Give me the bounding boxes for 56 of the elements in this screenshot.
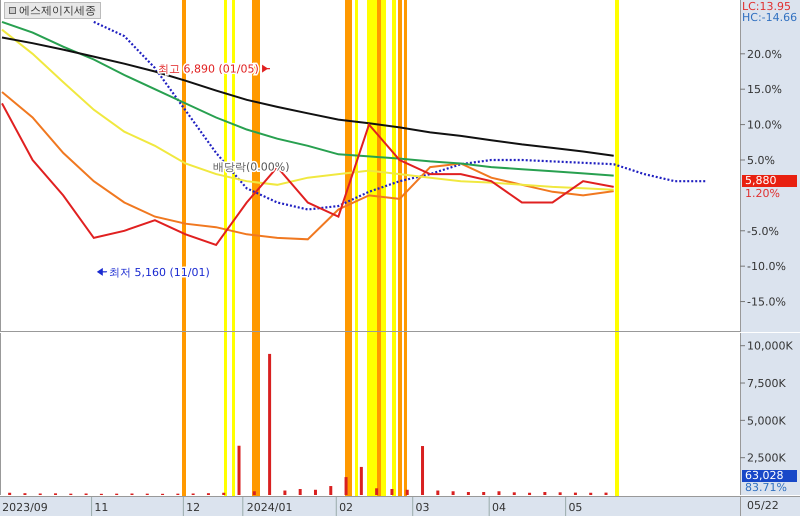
volume-bar bbox=[482, 492, 486, 495]
volume-bar bbox=[252, 491, 256, 495]
volume-bar bbox=[329, 486, 332, 495]
ratio-label: 83.71% bbox=[745, 482, 787, 494]
axis-label: -10.0% bbox=[747, 260, 786, 274]
volume-bar bbox=[298, 489, 302, 495]
end-date: 05/22 bbox=[747, 499, 779, 512]
volume-bar bbox=[8, 492, 12, 495]
volume-bar bbox=[222, 492, 226, 495]
price-tag: 5,880 bbox=[742, 174, 797, 187]
axis-label: 02 bbox=[339, 501, 354, 514]
volume-bar bbox=[452, 491, 455, 495]
axis-label: 2024/01 bbox=[246, 501, 292, 514]
axis-label: 7,500K bbox=[747, 377, 786, 390]
volume-bar bbox=[436, 490, 440, 495]
axis-label: 10,000K bbox=[747, 340, 793, 353]
volume-tag: 63,028 bbox=[742, 470, 797, 482]
volume-bar bbox=[406, 490, 409, 495]
volume-bar bbox=[314, 490, 317, 495]
lc-value: LC:13.95 bbox=[742, 0, 792, 13]
volume-bar bbox=[512, 492, 516, 495]
volume-bar bbox=[604, 492, 608, 495]
volume-bar bbox=[238, 446, 241, 495]
square-icon bbox=[9, 7, 16, 14]
axis-label: -5.0% bbox=[747, 224, 779, 238]
axis-label: 04 bbox=[492, 501, 506, 514]
volume-bar bbox=[574, 492, 577, 495]
volume-bar bbox=[360, 466, 363, 495]
hc-value: HC:-14.66 bbox=[742, 11, 798, 24]
change-label: 1.20% bbox=[745, 188, 780, 200]
volume-bar bbox=[589, 492, 592, 495]
axis-label: 2,500K bbox=[747, 452, 786, 465]
volume-bar bbox=[421, 446, 424, 495]
axis-label: 5,000K bbox=[747, 414, 786, 428]
arrow-icon bbox=[96, 268, 108, 276]
volume-bar bbox=[466, 492, 470, 495]
volume-bar bbox=[543, 492, 546, 495]
axis-label: 2023/09 bbox=[2, 501, 48, 514]
axis-label: -15.0% bbox=[747, 296, 786, 309]
volume-bar bbox=[390, 489, 394, 495]
axis-label: 11 bbox=[94, 501, 108, 514]
axis-label: 12 bbox=[186, 501, 200, 514]
arrow-icon bbox=[262, 64, 270, 73]
axis-label: 05 bbox=[568, 501, 582, 514]
axis-label: 20.0% bbox=[747, 48, 782, 61]
axis-label: 10.0% bbox=[747, 118, 782, 132]
volume-bar bbox=[283, 490, 286, 495]
stock-name: 에스제이지세종 bbox=[19, 3, 96, 18]
volume-bar bbox=[497, 491, 500, 495]
axis-label: 5.0% bbox=[747, 154, 775, 167]
volume-bar bbox=[375, 488, 378, 495]
volume-bar bbox=[558, 492, 562, 495]
axis-label: 03 bbox=[416, 501, 430, 514]
axis-label: 15.0% bbox=[747, 83, 782, 96]
volume-bar bbox=[528, 492, 532, 495]
volume-bar bbox=[344, 477, 348, 495]
